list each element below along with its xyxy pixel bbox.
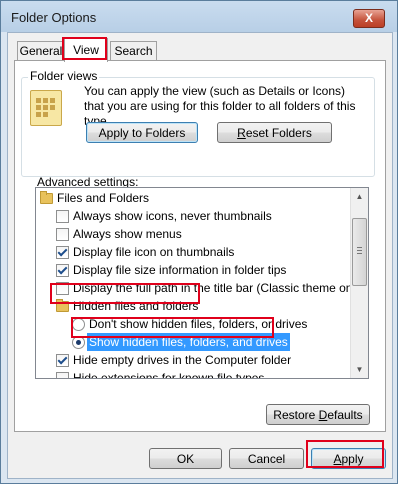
folder-views-title: Folder views — [28, 69, 100, 83]
settings-row-label: Display file icon on thumbnails — [73, 245, 235, 259]
dialog-body: General View Search Folder views You can… — [7, 32, 393, 479]
folder-options-window: Folder Options X General View Search Fol… — [0, 0, 398, 484]
close-icon: X — [364, 11, 373, 25]
radio-button[interactable] — [72, 336, 85, 349]
close-button[interactable]: X — [353, 9, 385, 28]
settings-row-label: Hide extensions for known file types — [73, 371, 265, 379]
tab-view[interactable]: View — [64, 38, 108, 62]
advanced-settings-group: Files and Folders Always show icons, neve… — [21, 181, 373, 379]
settings-row-label: Display file size information in folder … — [73, 263, 287, 277]
checkbox[interactable] — [56, 228, 69, 241]
checkbox[interactable] — [56, 264, 69, 277]
view-tab-panel: Folder views You can apply the view (suc… — [14, 60, 386, 432]
vertical-scrollbar[interactable]: ▲ ▼ — [350, 188, 368, 378]
restore-defaults-button[interactable]: Restore Defaults — [266, 404, 370, 425]
scroll-thumb[interactable] — [352, 218, 367, 286]
tab-general[interactable]: General — [17, 41, 65, 61]
folder-icon — [40, 191, 53, 204]
settings-row-label: Display the full path in the title bar (… — [73, 281, 366, 295]
folder-view-icon — [30, 90, 62, 126]
cancel-button[interactable]: Cancel — [229, 448, 304, 469]
checkbox[interactable] — [56, 282, 69, 295]
checkbox[interactable] — [56, 246, 69, 259]
settings-row-label: Hidden files and folders — [73, 299, 199, 313]
tab-search[interactable]: Search — [110, 41, 157, 61]
settings-row-label: Don't show hidden files, folders, or dri… — [89, 317, 308, 331]
settings-row-label: Always show icons, never thumbnails — [73, 209, 272, 223]
checkbox[interactable] — [56, 210, 69, 223]
window-title: Folder Options — [11, 10, 97, 25]
settings-row-label: Files and Folders — [57, 191, 150, 205]
radio-button[interactable] — [72, 318, 85, 331]
advanced-settings-list[interactable]: Files and Folders Always show icons, neve… — [35, 187, 369, 379]
folder-views-group: Folder views You can apply the view (suc… — [21, 69, 375, 177]
settings-row-label: Show hidden files, folders, and drives — [87, 333, 290, 351]
settings-row-label: Always show menus — [73, 227, 182, 241]
settings-row-label: Hide empty drives in the Computer folder — [73, 353, 292, 367]
apply-to-folders-button[interactable]: Apply to Folders — [86, 122, 198, 143]
apply-button[interactable]: Apply — [311, 448, 386, 469]
scroll-up-icon[interactable]: ▲ — [351, 188, 368, 205]
folder-icon — [56, 299, 69, 312]
scroll-down-icon[interactable]: ▼ — [351, 361, 368, 378]
title-bar[interactable]: Folder Options X — [1, 1, 397, 32]
reset-folders-button[interactable]: Reset Folders — [217, 122, 332, 143]
ok-button[interactable]: OK — [149, 448, 222, 469]
checkbox[interactable] — [56, 354, 69, 367]
checkbox[interactable] — [56, 372, 69, 378]
